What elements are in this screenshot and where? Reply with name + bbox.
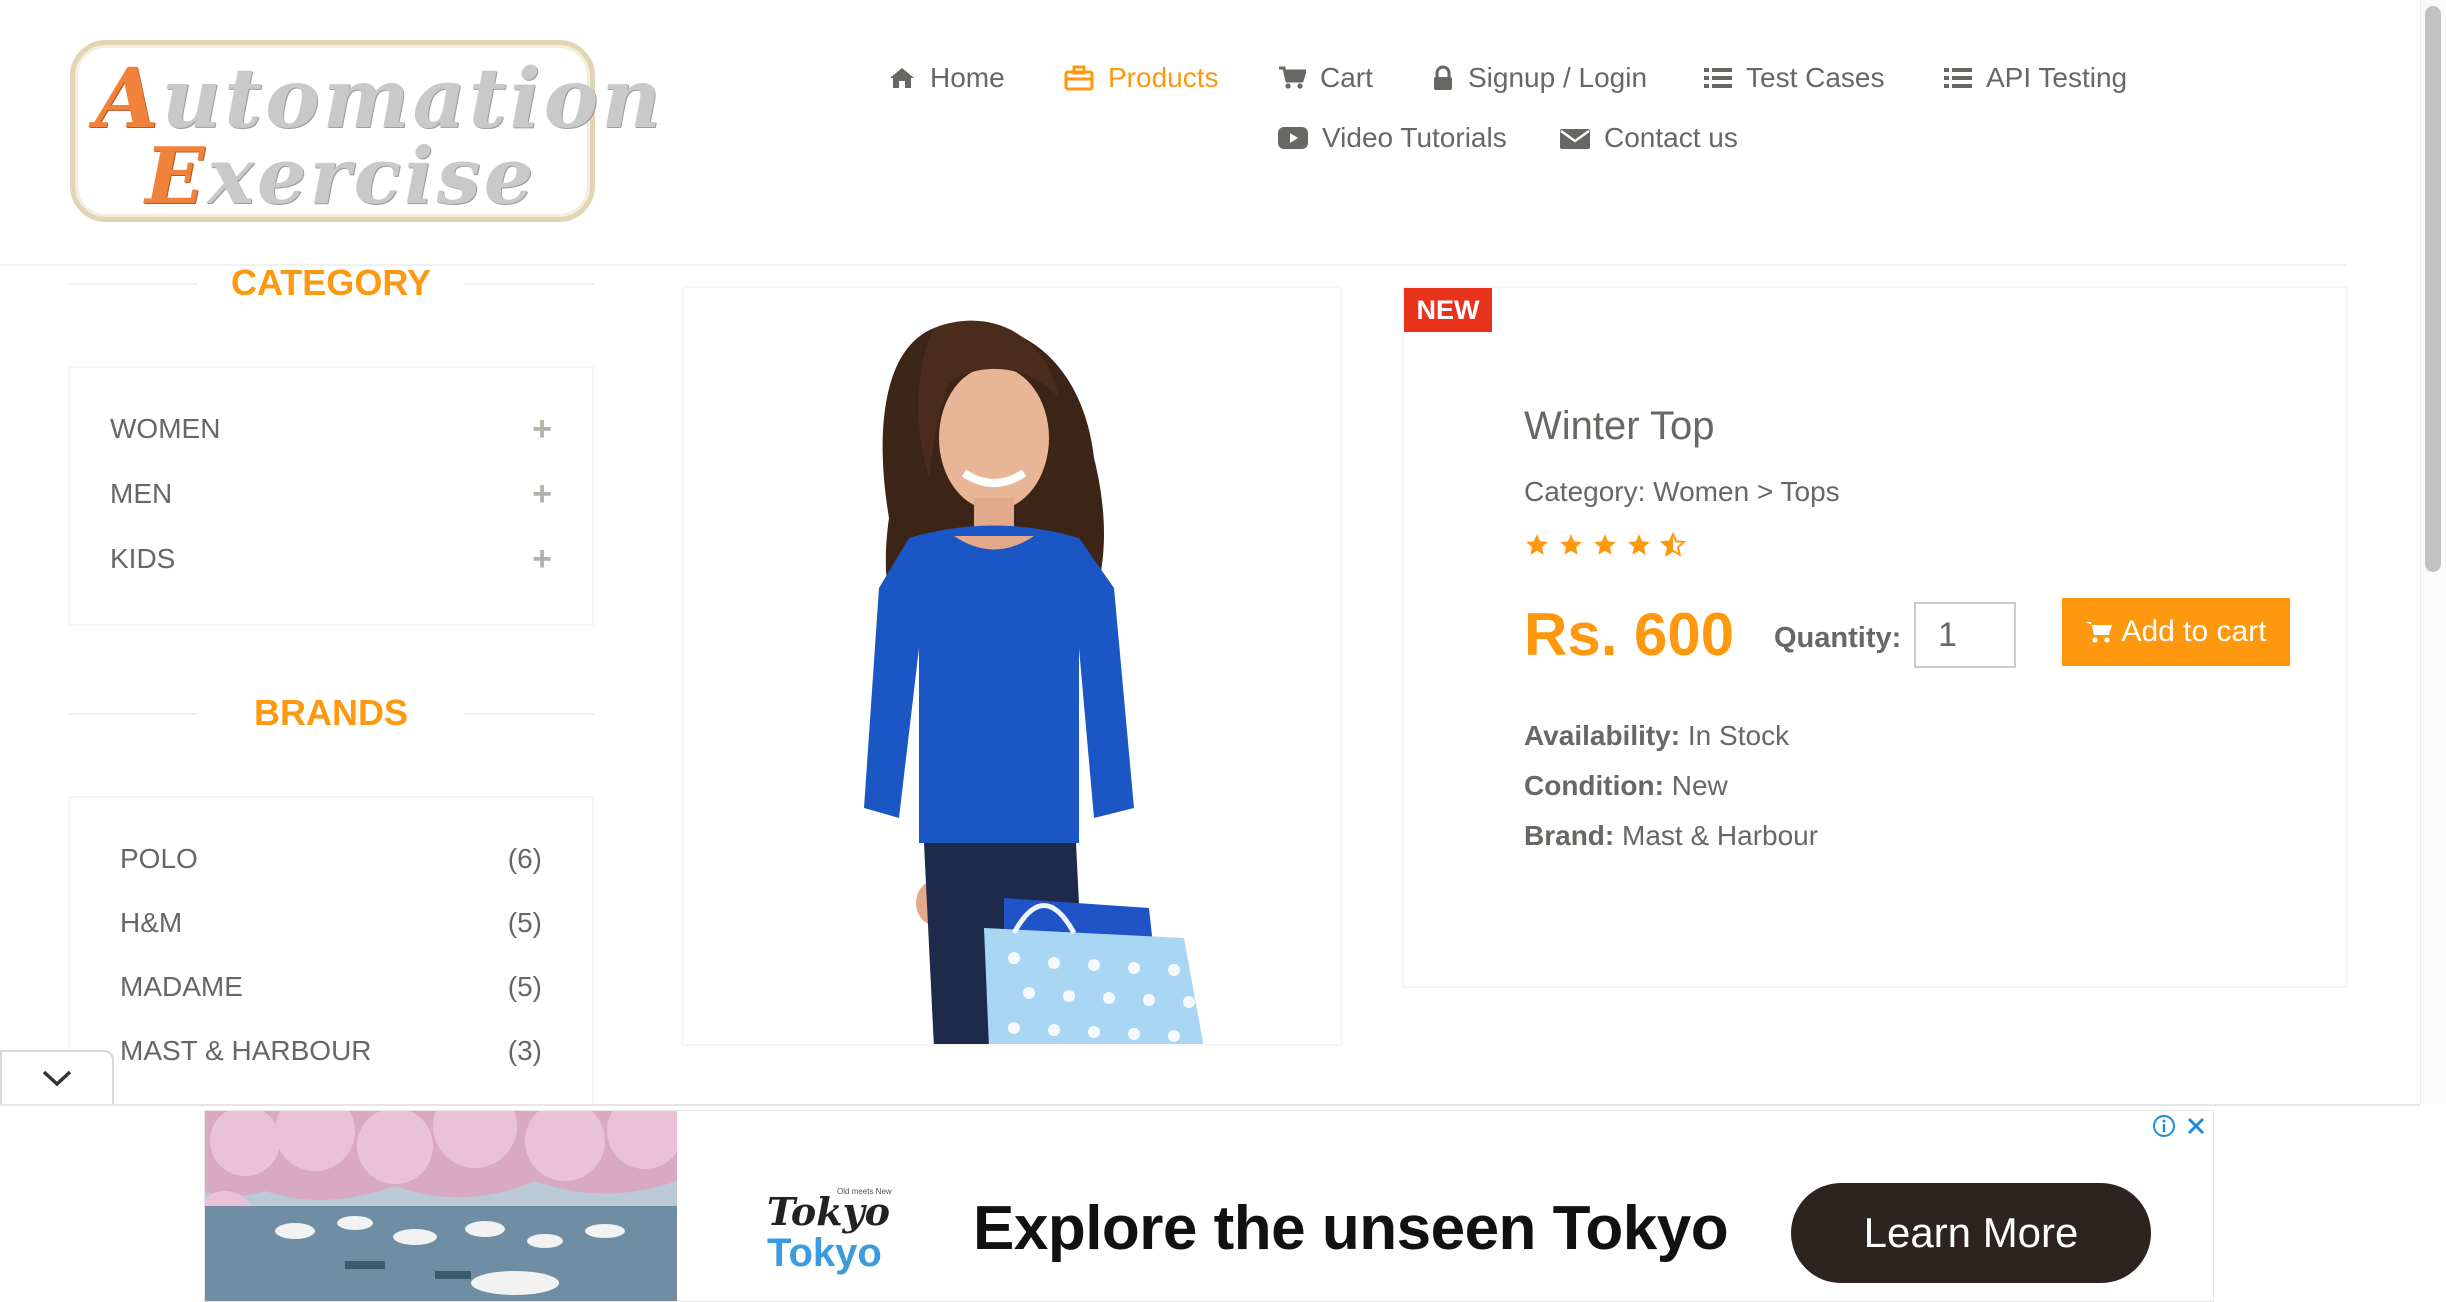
nav-home[interactable]: Home (888, 62, 1005, 94)
lock-icon (1434, 65, 1452, 90)
briefcase-icon (1064, 65, 1094, 91)
envelope-icon (1560, 129, 1590, 149)
close-icon[interactable] (2183, 1113, 2209, 1139)
info-icon[interactable] (2151, 1113, 2177, 1139)
category-women[interactable]: WOMEN + (110, 404, 552, 454)
plus-icon[interactable]: + (532, 540, 552, 579)
brand-count: (6) (507, 843, 542, 874)
ad-logo-bottom: Tokyo (767, 1231, 882, 1275)
ad-learn-more-button[interactable]: Learn More (1791, 1183, 2151, 1283)
category-kids[interactable]: KIDS + (110, 534, 552, 584)
category-label: KIDS (110, 543, 176, 574)
brands-panel: POLO (6) H&M (5) MADAME (5) MAST & HARBO… (68, 796, 594, 1116)
nav-products[interactable]: Products (1064, 62, 1219, 94)
ad-banner[interactable]: Old meets New Tokyo Tokyo Explore the un… (204, 1110, 2214, 1302)
brand-name: MADAME (120, 971, 243, 1002)
heading-rule-left (68, 283, 198, 285)
nav-cart[interactable]: Cart (1278, 62, 1373, 94)
brands-heading: BRANDS (68, 692, 594, 734)
star-icon (1526, 534, 1548, 555)
product-category: Category: Women > Tops (1524, 476, 1840, 507)
quantity-label: Quantity: (1774, 622, 1902, 654)
brand-count: (5) (507, 907, 542, 938)
ad-headline: Explore the unseen Tokyo (973, 1194, 1729, 1263)
brand-name: POLO (120, 843, 198, 874)
brand-count: (5) (507, 971, 542, 1002)
youtube-play-icon (1278, 127, 1308, 149)
nav-signup-login[interactable]: Signup / Login (1432, 62, 1647, 94)
nav-api-testing[interactable]: API Testing (1944, 62, 2127, 94)
nav-test-cases[interactable]: Test Cases (1704, 62, 1885, 94)
star-icon (1628, 534, 1650, 555)
brand-name: H&M (120, 907, 183, 938)
home-icon (890, 68, 914, 88)
cart-icon (1279, 66, 1306, 89)
product-rating (1524, 532, 1686, 558)
list-icon (1704, 68, 1732, 88)
brand: Brand: Mast & Harbour (1524, 820, 1819, 851)
heading-rule-left (68, 713, 198, 715)
product-image (682, 286, 1342, 1046)
list-icon (1944, 68, 1972, 88)
add-to-cart-button[interactable]: Add to cart (2062, 598, 2290, 666)
category-heading: CATEGORY (68, 262, 594, 304)
chevron-down-icon (42, 1070, 72, 1087)
site-logo[interactable]: Automation Exercise (70, 40, 661, 222)
quantity-input[interactable] (1914, 602, 2016, 668)
brand-name: MAST & HARBOUR (120, 1035, 372, 1066)
category-men[interactable]: MEN + (110, 469, 552, 519)
ad-collapse-button[interactable] (0, 1050, 114, 1104)
category-label: WOMEN (110, 413, 221, 444)
availability: Availability: In Stock (1524, 720, 1790, 751)
ad-logo-top: Tokyo (767, 1189, 891, 1234)
logo-line-2: Exercise (145, 131, 537, 222)
star-icon (1594, 534, 1616, 555)
condition: Condition: New (1524, 770, 1728, 801)
product-price: Rs. 600 (1524, 601, 1735, 668)
star-icon (1560, 534, 1582, 555)
cart-icon (2086, 622, 2113, 643)
ad-photo (205, 1111, 677, 1301)
heading-rule-right (464, 713, 594, 715)
category-label: MEN (110, 478, 173, 509)
product-name: Winter Top (1524, 404, 1715, 448)
brand-item-mast-harbour[interactable]: MAST & HARBOUR (3) (120, 1026, 542, 1076)
scrollbar-thumb[interactable] (2425, 6, 2441, 572)
star-half-icon (1660, 532, 1686, 557)
heading-rule-right (464, 283, 594, 285)
nav-contact-us[interactable]: Contact us (1560, 122, 1738, 154)
product-photo (864, 320, 1204, 1044)
plus-icon[interactable]: + (532, 410, 552, 449)
brand-item-hm[interactable]: H&M (5) (120, 898, 542, 948)
brand-count: (3) (507, 1035, 542, 1066)
plus-icon[interactable]: + (532, 475, 552, 514)
category-panel: WOMEN + MEN + KIDS + (68, 366, 594, 626)
brand-item-madame[interactable]: MADAME (5) (120, 962, 542, 1012)
brand-item-polo[interactable]: POLO (6) (120, 834, 542, 884)
new-badge: NEW (1404, 288, 1492, 332)
nav-video-tutorials[interactable]: Video Tutorials (1278, 122, 1507, 154)
